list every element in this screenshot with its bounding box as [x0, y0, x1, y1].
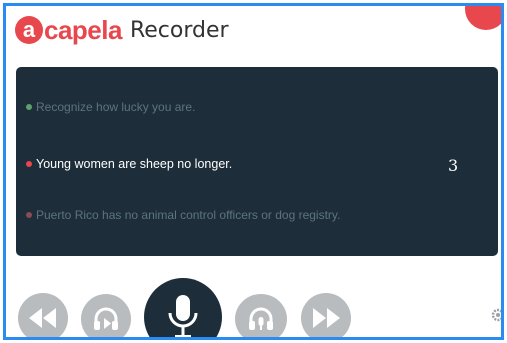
sentence-item[interactable]: Puerto Rico has no animal control office… — [26, 208, 356, 222]
sentence-panel: Recognize how lucky you are. Young women… — [16, 67, 498, 256]
product-name: Recorder — [129, 17, 229, 43]
sentence-text: Recognize how lucky you are. — [36, 100, 196, 114]
logo-text: capela — [44, 14, 122, 45]
logo-initial: a — [15, 16, 43, 44]
gear-icon[interactable] — [491, 308, 504, 322]
play-voice-button[interactable] — [235, 294, 287, 337]
status-dot-icon — [26, 212, 32, 218]
header: a capela Recorder — [6, 6, 501, 56]
sentence-text: Puerto Rico has no animal control office… — [36, 208, 341, 222]
status-dot-icon — [26, 161, 32, 167]
microphone-icon — [168, 295, 198, 337]
status-dot-icon — [26, 104, 32, 110]
sentence-item[interactable]: Recognize how lucky you are. — [26, 100, 195, 114]
app-window: a capela Recorder Recognize how lucky yo… — [3, 3, 504, 340]
next-button[interactable] — [301, 293, 351, 337]
take-counter: 3 — [448, 156, 459, 175]
sentence-item-current[interactable]: Young women are sheep no longer. — [26, 157, 232, 171]
close-button[interactable] — [465, 6, 501, 30]
play-recording-button[interactable] — [81, 294, 131, 337]
headphones-play-icon — [94, 307, 118, 330]
acapela-logo: a capela Recorder — [15, 12, 229, 48]
headphones-record-icon — [249, 307, 273, 330]
rewind-icon — [29, 308, 56, 328]
record-button[interactable] — [144, 278, 222, 337]
previous-button[interactable] — [18, 293, 68, 337]
fast-forward-icon — [313, 308, 340, 328]
sentence-text: Young women are sheep no longer. — [36, 157, 233, 171]
